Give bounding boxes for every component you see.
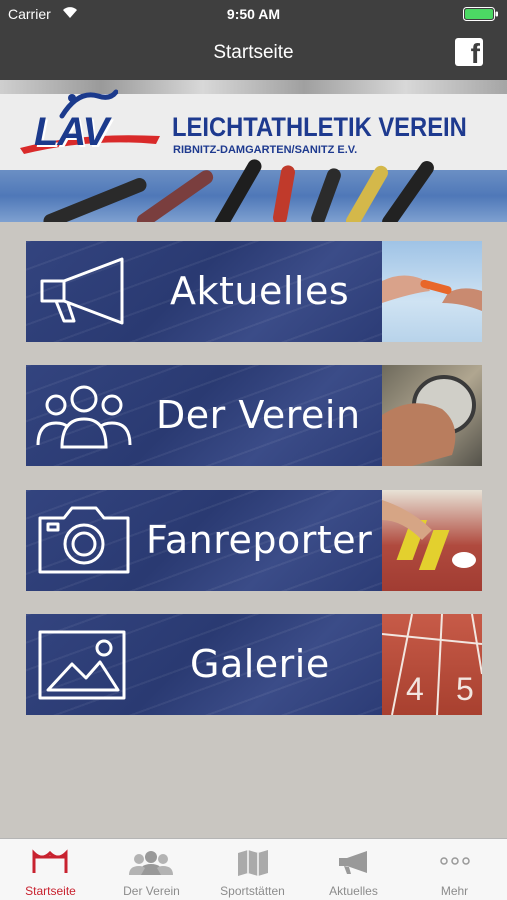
tab-mehr[interactable]: Mehr — [404, 839, 505, 900]
more-icon — [440, 857, 470, 865]
svg-text:4: 4 — [406, 671, 424, 707]
svg-text:5: 5 — [456, 671, 474, 707]
tile-label: Aktuelles — [170, 269, 350, 313]
club-banner: LAV LEICHTATHLETIK VEREIN RIBNITZ-DAMGAR… — [0, 80, 507, 222]
tile-der-verein[interactable]: Der Verein — [26, 365, 482, 466]
tab-der-verein[interactable]: Der Verein — [101, 839, 202, 900]
tile-aktuelles[interactable]: Aktuelles — [26, 241, 482, 342]
tab-aktuelles[interactable]: Aktuelles — [303, 839, 404, 900]
club-name: LEICHTATHLETIK VEREIN — [172, 112, 467, 142]
tile-label: Galerie — [190, 642, 330, 686]
logo-text: LAV — [34, 110, 109, 154]
tile-photo-start-blocks — [382, 490, 482, 591]
battery-icon — [463, 7, 498, 21]
tab-label: Aktuelles — [329, 884, 378, 898]
club-subtitle: RIBNITZ-DAMGARTEN/SANITZ E.V. — [173, 144, 358, 156]
people-icon — [129, 851, 173, 875]
tab-bar: Startseite Der Verein Sportstätten Aktue… — [0, 838, 507, 900]
tile-photo-discus — [382, 365, 482, 466]
tab-label: Mehr — [440, 884, 469, 898]
tab-label: Sportstätten — [220, 884, 285, 898]
tab-sportstaetten[interactable]: Sportstätten — [202, 839, 303, 900]
group-icon — [36, 385, 132, 449]
tile-label: Der Verein — [156, 393, 361, 437]
map-icon — [238, 850, 268, 876]
camera-icon — [38, 506, 130, 574]
poles-photo — [0, 156, 507, 222]
image-icon — [38, 630, 126, 700]
megaphone-icon — [40, 257, 124, 325]
tab-label: Startseite — [25, 884, 76, 898]
clock: 9:50 AM — [226, 6, 281, 22]
tile-fanreporter[interactable]: Fanreporter — [26, 490, 482, 591]
megaphone-icon — [339, 851, 367, 874]
tile-galerie[interactable]: 4 5 Galerie — [26, 614, 482, 715]
page-title: Startseite — [213, 42, 294, 63]
home-gate-icon — [32, 849, 68, 873]
tab-label: Der Verein — [123, 884, 180, 898]
tile-label: Fanreporter — [146, 518, 373, 562]
tile-photo-track: 4 5 — [381, 614, 482, 715]
navigation-bar: Startseite f — [0, 28, 507, 80]
tab-startseite[interactable]: Startseite — [0, 839, 101, 900]
status-bar: Carrier 9:50 AM — [0, 0, 507, 28]
facebook-icon[interactable]: f — [455, 38, 483, 66]
tile-photo-relay — [382, 241, 482, 342]
